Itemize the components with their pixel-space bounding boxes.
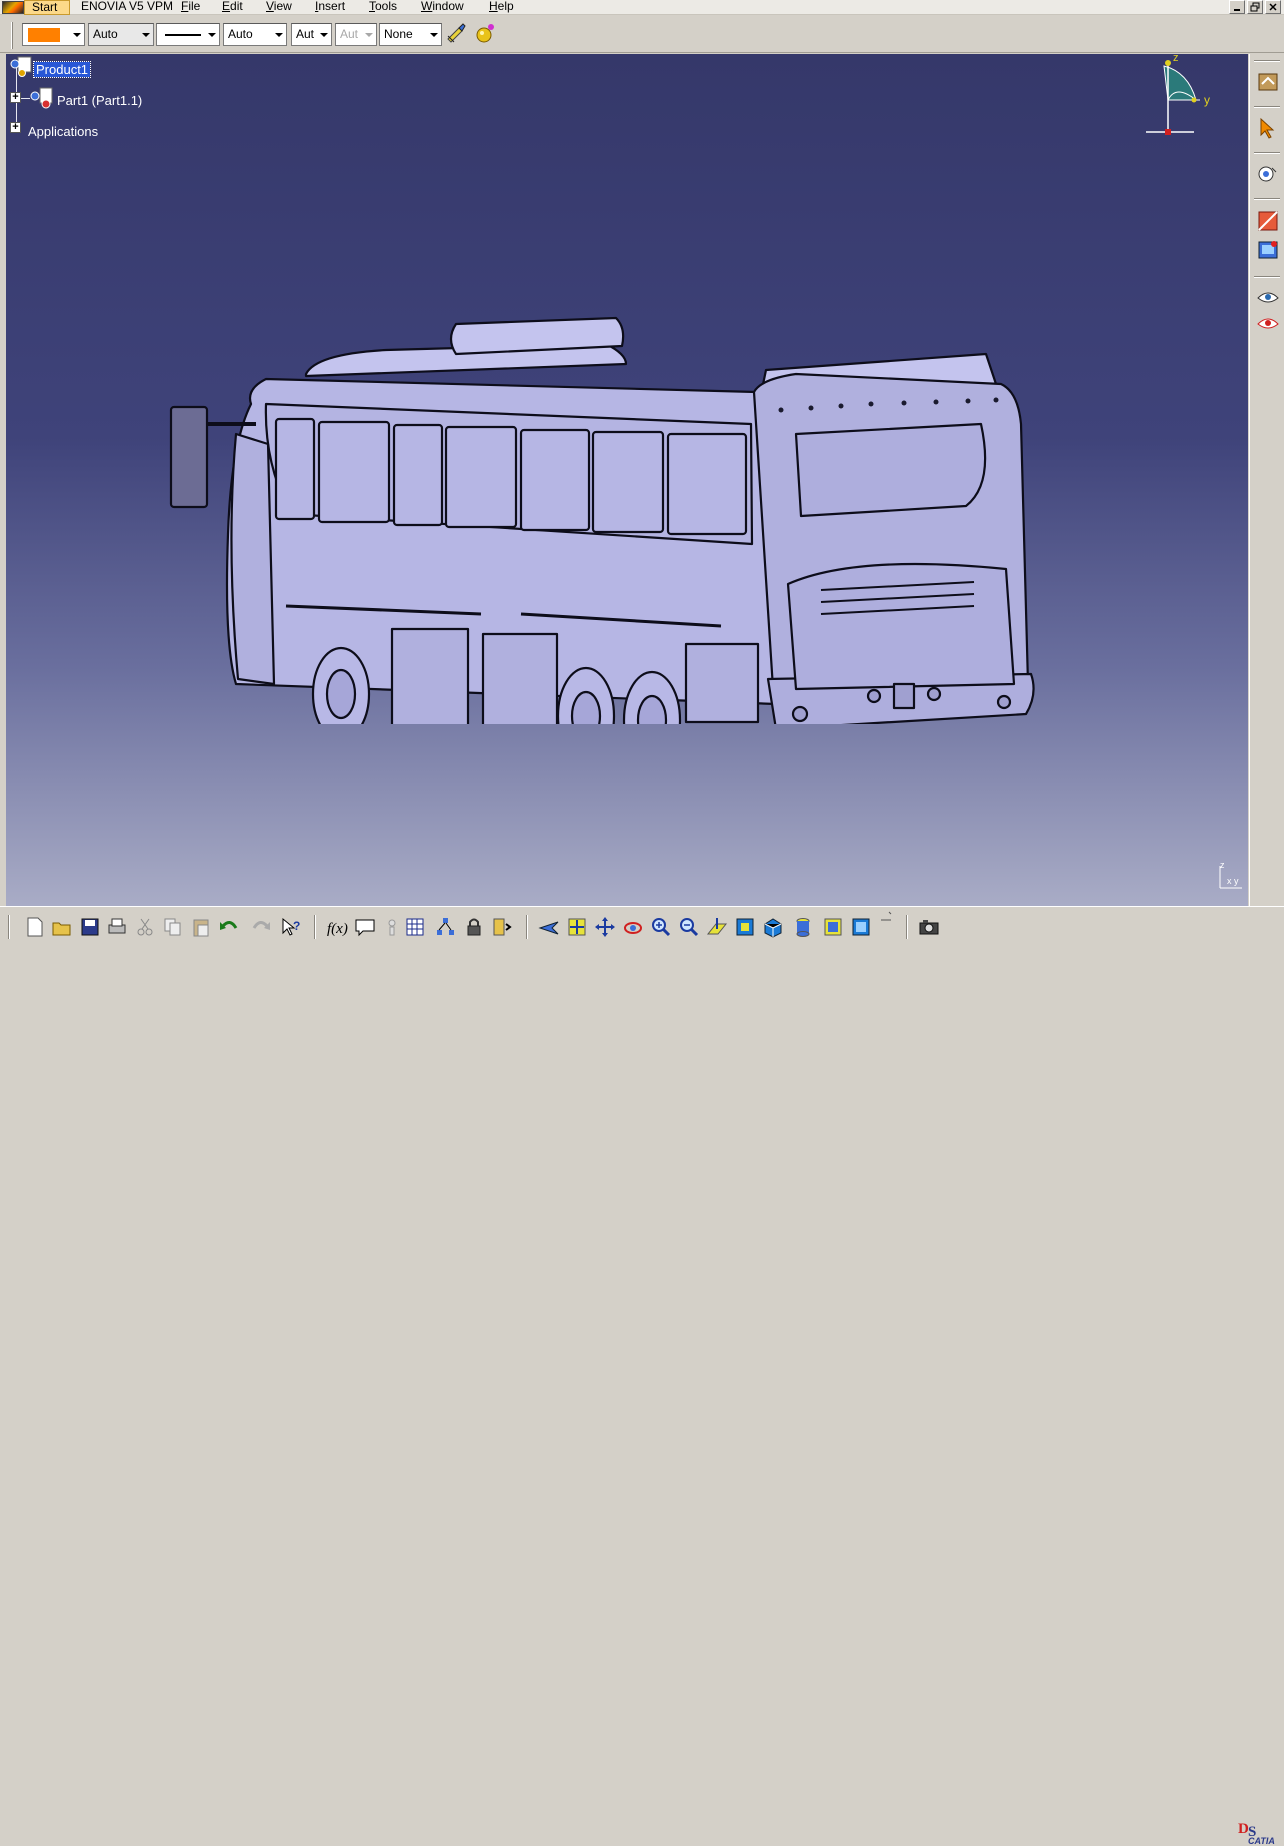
swap-icon[interactable] <box>850 916 872 938</box>
painter-icon[interactable] <box>445 22 467 44</box>
product-icon[interactable] <box>9 56 33 78</box>
tree-node-product[interactable]: Product1 <box>32 61 92 78</box>
bottom-toolbar: ? f(x) D S CATIA <box>0 906 1284 1846</box>
chevron-down-icon <box>73 33 81 37</box>
save-icon[interactable] <box>79 916 101 938</box>
line-weight-combo[interactable]: Aut <box>291 23 332 46</box>
point-symbol-combo: Aut <box>335 23 377 46</box>
chevron-down-icon <box>430 33 438 37</box>
chevron-down-icon <box>365 33 373 37</box>
toolbar-separator <box>906 915 908 939</box>
shading-icon[interactable] <box>792 916 814 938</box>
transparency-value: Auto <box>93 27 118 41</box>
tree-node-applications[interactable]: Applications <box>28 124 98 139</box>
catia-logo-icon: D S CATIA <box>1238 1821 1275 1846</box>
color-combo[interactable] <box>22 23 85 46</box>
formula-icon[interactable]: f(x) <box>326 916 348 938</box>
comment-icon[interactable] <box>354 916 376 938</box>
toolbar-separator <box>1254 152 1280 154</box>
chevron-down-icon <box>320 33 328 37</box>
new-icon[interactable] <box>24 916 46 938</box>
zoom-in-icon[interactable] <box>650 916 672 938</box>
right-toolbar <box>1249 54 1284 906</box>
section-icon[interactable] <box>1256 209 1280 233</box>
open-icon[interactable] <box>51 916 73 938</box>
expand-applications-icon[interactable]: + <box>10 122 21 133</box>
undo-icon[interactable] <box>218 916 240 938</box>
compass-y-label: y <box>1204 93 1210 107</box>
toolbar-separator <box>1254 276 1280 278</box>
thickness-value: Auto <box>228 27 253 41</box>
transparency-combo[interactable]: Auto <box>88 23 154 46</box>
catalog-icon[interactable] <box>1256 70 1280 94</box>
hide-show-icon[interactable] <box>1256 286 1280 310</box>
thickness-combo[interactable]: Auto <box>223 23 287 46</box>
linetype-sample <box>165 34 201 36</box>
normal-view-icon[interactable] <box>706 916 728 938</box>
bus-model[interactable] <box>156 284 1036 724</box>
toolbar-separator <box>526 915 528 939</box>
fit-all-icon[interactable] <box>566 916 588 938</box>
capture-icon[interactable] <box>918 916 940 938</box>
catia-logo-text: CATIA <box>1248 1836 1275 1846</box>
specification-tree: Product1 + Part1 (Part1.1) + Application… <box>6 54 206 154</box>
layer-combo[interactable]: None <box>379 23 442 46</box>
toolbar-grip[interactable] <box>11 22 13 49</box>
svg-text:f(x): f(x) <box>327 921 348 937</box>
toolbar-separator <box>1254 106 1280 108</box>
svg-text:?: ? <box>293 919 300 933</box>
view-mode-icon[interactable] <box>762 916 784 938</box>
compass-icon[interactable]: z y <box>1140 54 1230 144</box>
whats-this-icon[interactable]: ? <box>280 916 302 938</box>
chevron-down-icon <box>275 33 283 37</box>
graph-icon[interactable] <box>434 916 456 938</box>
swap-visible-icon[interactable] <box>1256 312 1280 336</box>
axis-z-label: z <box>1220 860 1225 870</box>
table-icon[interactable] <box>404 916 426 938</box>
3d-viewport[interactable]: Product1 + Part1 (Part1.1) + Application… <box>6 54 1248 906</box>
expand-part-icon[interactable]: + <box>10 92 21 103</box>
fly-icon[interactable] <box>538 916 560 938</box>
linetype-combo[interactable] <box>156 23 220 46</box>
rotate-icon[interactable] <box>622 916 644 938</box>
iso-view-icon[interactable] <box>734 916 756 938</box>
line-weight-value: Aut <box>296 27 315 41</box>
part-icon[interactable] <box>30 86 56 110</box>
cut-icon[interactable] <box>134 916 156 938</box>
compass-z-label: z <box>1173 54 1179 64</box>
toolbar-overflow-icon[interactable] <box>880 910 892 922</box>
snap-icon[interactable] <box>1256 162 1280 186</box>
tree-node-part[interactable]: Part1 (Part1.1) <box>57 93 142 108</box>
material-icon[interactable] <box>474 22 496 44</box>
render-icon[interactable] <box>1256 238 1280 262</box>
chevron-down-icon <box>142 33 150 37</box>
point-symbol-value: Aut <box>340 27 359 41</box>
pan-icon[interactable] <box>594 916 616 938</box>
toolbar-separator <box>1254 60 1280 62</box>
macro-icon[interactable] <box>491 916 513 938</box>
print-icon[interactable] <box>106 916 128 938</box>
paste-icon[interactable] <box>190 916 212 938</box>
lock-icon[interactable] <box>463 916 485 938</box>
color-swatch <box>28 28 60 42</box>
layer-value: None <box>384 27 413 41</box>
axis-xy-label: x y <box>1227 876 1239 886</box>
redo-icon[interactable] <box>250 916 272 938</box>
hide-icon[interactable] <box>822 916 844 938</box>
zoom-out-icon[interactable] <box>678 916 700 938</box>
tree-connector <box>21 98 30 99</box>
properties-toolbar: Auto Auto Aut Aut None <box>0 0 1284 54</box>
copy-icon[interactable] <box>162 916 184 938</box>
knowledge-icon[interactable] <box>381 916 403 938</box>
select-icon[interactable] <box>1256 116 1280 140</box>
toolbar-separator <box>8 915 10 939</box>
chevron-down-icon <box>208 33 216 37</box>
toolbar-separator <box>314 915 316 939</box>
toolbar-separator <box>1254 198 1280 200</box>
